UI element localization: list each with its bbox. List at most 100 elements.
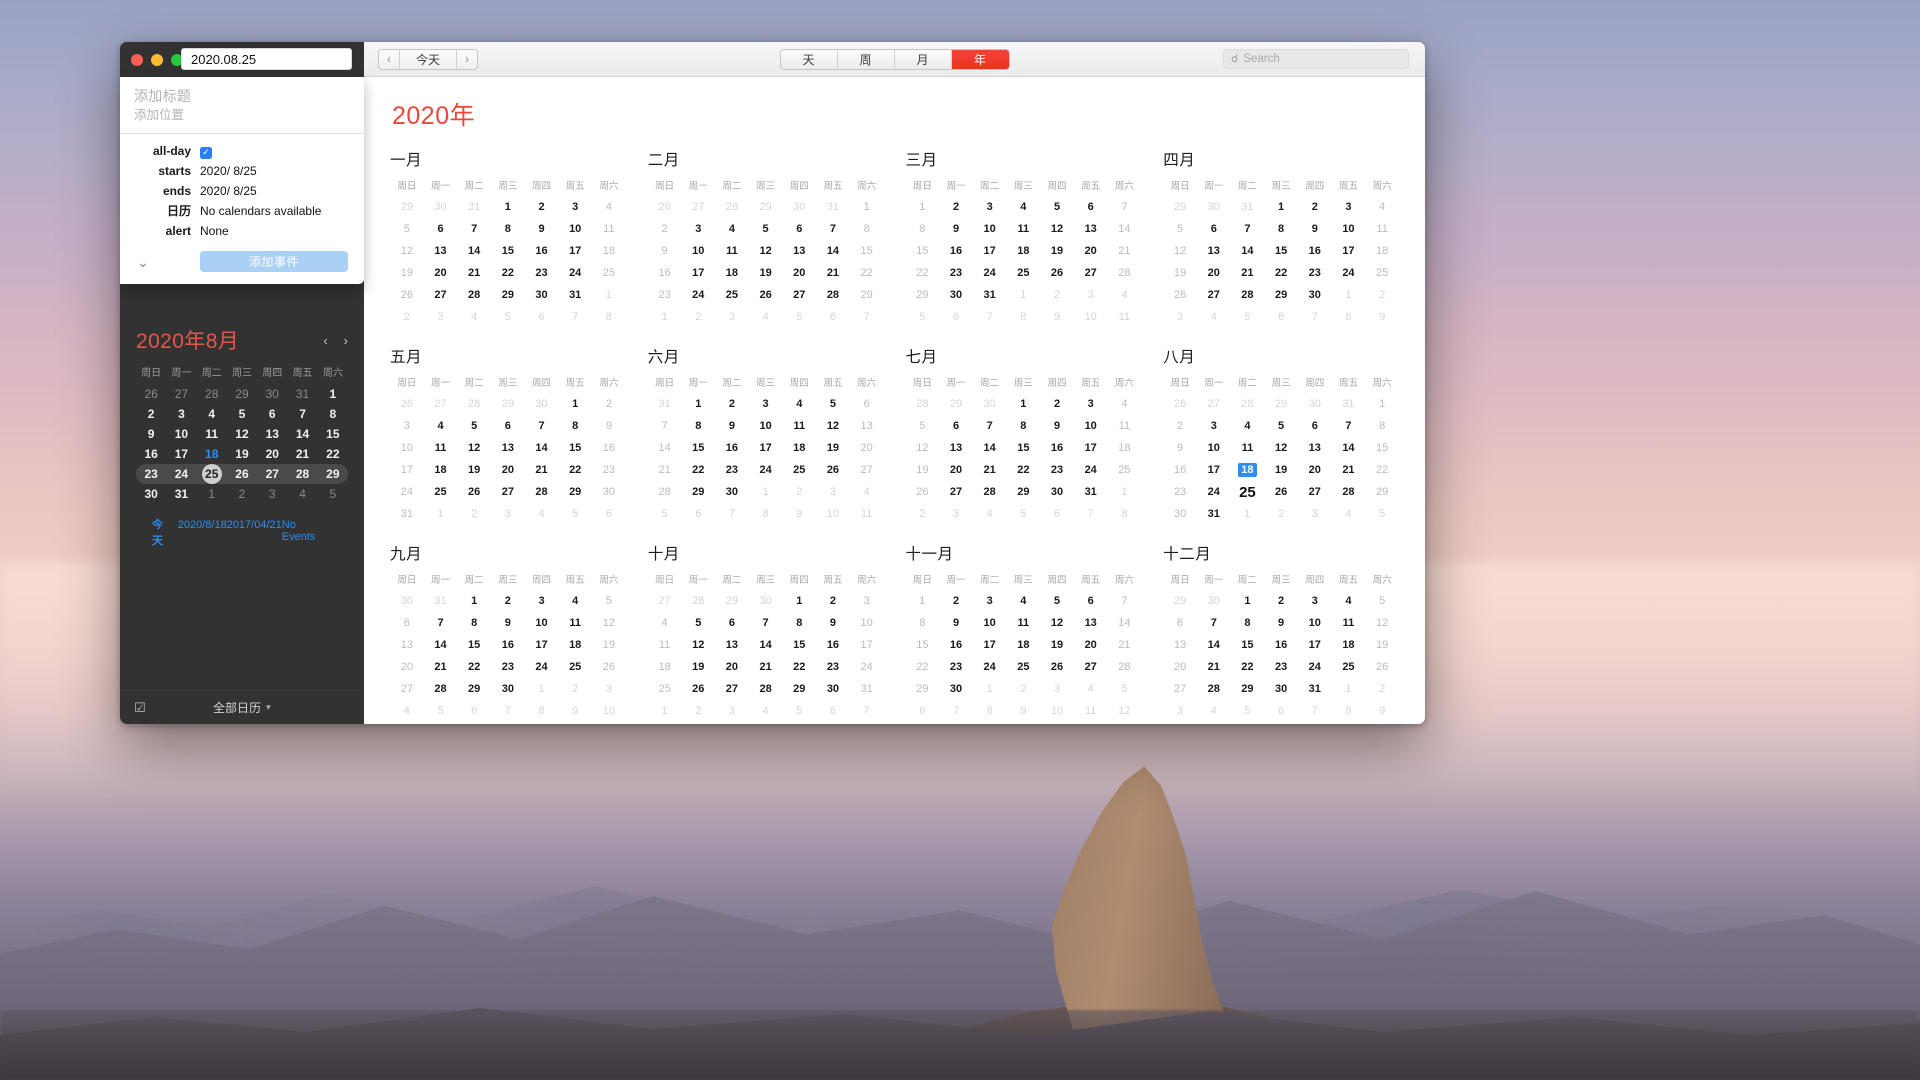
day-cell[interactable]: 27 <box>648 590 682 612</box>
day-cell[interactable]: 10 <box>1332 218 1366 240</box>
day-cell[interactable]: 1 <box>648 306 682 328</box>
day-cell[interactable]: 4 <box>1108 284 1142 306</box>
day-cell[interactable]: 5 <box>782 700 816 722</box>
day-cell[interactable]: 16 <box>1264 634 1298 656</box>
day-cell[interactable]: 29 <box>457 678 491 700</box>
chevron-right-icon[interactable]: › <box>344 333 348 348</box>
day-cell[interactable]: 10 <box>749 415 783 437</box>
day-cell[interactable]: 22 <box>782 656 816 678</box>
day-cell[interactable]: 10 <box>850 612 884 634</box>
day-cell[interactable]: 29 <box>850 284 884 306</box>
day-cell[interactable]: 8 <box>1007 306 1041 328</box>
day-cell[interactable]: 2 <box>1365 284 1399 306</box>
day-cell[interactable]: 17 <box>850 634 884 656</box>
day-cell[interactable]: 18 <box>558 634 592 656</box>
day-cell[interactable]: 14 <box>749 634 783 656</box>
day-cell[interactable]: 31 <box>424 590 458 612</box>
day-cell[interactable]: 24 <box>1298 656 1332 678</box>
day-cell[interactable]: 28 <box>1231 393 1265 415</box>
day-cell[interactable]: 14 <box>1108 612 1142 634</box>
day-cell[interactable]: 17 <box>1332 240 1366 262</box>
day-cell[interactable]: 1 <box>749 481 783 503</box>
mini-day-cell[interactable]: 4 <box>197 404 227 424</box>
field-value-alert[interactable]: None <box>200 221 229 241</box>
day-cell[interactable]: 10 <box>973 218 1007 240</box>
day-cell[interactable]: 8 <box>1365 415 1399 437</box>
day-cell[interactable]: 7 <box>1197 612 1231 634</box>
day-cell[interactable]: 29 <box>906 678 940 700</box>
day-cell[interactable]: 24 <box>973 262 1007 284</box>
day-cell[interactable]: 7 <box>749 612 783 634</box>
day-cell[interactable]: 7 <box>715 503 749 525</box>
day-cell[interactable]: 8 <box>782 612 816 634</box>
day-cell[interactable]: 3 <box>525 590 559 612</box>
day-cell[interactable]: 26 <box>1040 262 1074 284</box>
day-cell[interactable]: 25 <box>558 656 592 678</box>
mini-day-cell[interactable]: 26 <box>136 384 166 404</box>
day-cell[interactable]: 21 <box>457 262 491 284</box>
day-cell[interactable]: 3 <box>1040 678 1074 700</box>
day-cell[interactable]: 1 <box>906 590 940 612</box>
day-cell[interactable]: 1 <box>1231 503 1265 525</box>
day-cell[interactable]: 4 <box>1197 306 1231 328</box>
day-cell[interactable]: 26 <box>906 481 940 503</box>
day-cell[interactable]: 29 <box>491 284 525 306</box>
day-cell[interactable]: 15 <box>1264 240 1298 262</box>
today-button[interactable]: 今天 <box>400 49 458 69</box>
day-cell[interactable]: 31 <box>816 196 850 218</box>
day-cell[interactable]: 29 <box>782 678 816 700</box>
day-cell[interactable]: 7 <box>1108 590 1142 612</box>
field-row-all-day[interactable]: all-day ✓ <box>120 141 364 161</box>
day-cell[interactable]: 4 <box>1197 700 1231 722</box>
day-cell[interactable]: 1 <box>681 393 715 415</box>
mini-day-cell[interactable]: 30 <box>136 484 166 504</box>
mini-day-cell[interactable]: 31 <box>166 484 196 504</box>
month-name[interactable]: 八月 <box>1163 345 1399 367</box>
day-cell[interactable]: 15 <box>457 634 491 656</box>
day-cell[interactable]: 18 <box>1108 437 1142 459</box>
day-cell[interactable]: 4 <box>850 481 884 503</box>
day-cell[interactable]: 29 <box>1264 393 1298 415</box>
day-cell[interactable]: 19 <box>457 459 491 481</box>
day-cell[interactable]: 9 <box>939 218 973 240</box>
day-cell[interactable]: 4 <box>1332 503 1366 525</box>
day-cell[interactable]: 24 <box>525 656 559 678</box>
day-cell[interactable]: 16 <box>1298 240 1332 262</box>
day-cell[interactable]: 11 <box>1007 218 1041 240</box>
day-cell[interactable]: 2 <box>906 503 940 525</box>
day-cell[interactable]: 30 <box>973 393 1007 415</box>
day-cell[interactable]: 5 <box>1231 700 1265 722</box>
day-cell[interactable]: 6 <box>939 306 973 328</box>
day-cell[interactable]: 12 <box>1108 700 1142 722</box>
mini-day-cell[interactable]: 27 <box>166 384 196 404</box>
day-cell[interactable]: 9 <box>1040 415 1074 437</box>
day-cell[interactable]: 14 <box>648 437 682 459</box>
day-cell[interactable]: 3 <box>1163 700 1197 722</box>
day-cell[interactable]: 8 <box>1332 700 1366 722</box>
day-cell[interactable]: 17 <box>749 437 783 459</box>
day-cell[interactable]: 29 <box>558 481 592 503</box>
mini-day-cell[interactable]: 25 <box>196 464 227 484</box>
day-cell[interactable]: 13 <box>715 634 749 656</box>
day-cell[interactable]: 31 <box>1298 678 1332 700</box>
prev-period-button[interactable]: ‹ <box>379 49 400 69</box>
day-cell[interactable]: 20 <box>1074 240 1108 262</box>
day-cell[interactable]: 11 <box>1007 612 1041 634</box>
day-cell[interactable]: 7 <box>850 306 884 328</box>
mini-day-cell[interactable]: 29 <box>317 464 348 484</box>
day-cell[interactable]: 6 <box>390 612 424 634</box>
day-cell[interactable]: 16 <box>939 240 973 262</box>
day-cell[interactable]: 2 <box>1264 503 1298 525</box>
day-cell[interactable]: 17 <box>1074 437 1108 459</box>
day-cell[interactable]: 7 <box>457 218 491 240</box>
day-cell[interactable]: 10 <box>1040 700 1074 722</box>
mini-day-cell[interactable]: 5 <box>227 404 257 424</box>
chevron-down-icon[interactable]: ⌄ <box>134 255 152 269</box>
day-cell[interactable]: 26 <box>816 459 850 481</box>
day-cell[interactable]: 29 <box>939 393 973 415</box>
day-cell[interactable]: 6 <box>1163 612 1197 634</box>
day-cell[interactable]: 7 <box>973 415 1007 437</box>
day-cell[interactable]: 1 <box>906 196 940 218</box>
day-cell[interactable]: 18 <box>592 240 626 262</box>
field-row-alert[interactable]: alert None <box>120 221 364 241</box>
